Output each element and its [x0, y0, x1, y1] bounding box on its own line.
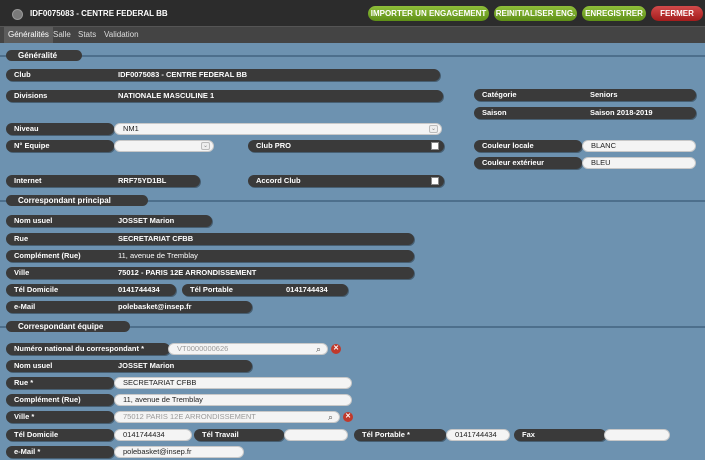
equipe-rue-label: Rue * [6, 377, 114, 389]
accord-club-field: Accord Club [248, 175, 444, 187]
app-logo-icon [12, 9, 23, 20]
equipe-nom-field: Nom usuel JOSSET Marion [6, 360, 252, 372]
section-principal-header: Correspondant principal [6, 195, 148, 206]
tab-bar: Généralités Salle Stats Validation [0, 27, 705, 43]
principal-tel-portable-field: Tél Portable 0141744434 [182, 284, 348, 296]
clear-icon[interactable]: ✕ [331, 344, 341, 354]
section-divider [0, 55, 705, 57]
tab-stats[interactable]: Stats [74, 27, 100, 43]
equipe-numero-label: Numéro national du correspondant * [6, 343, 170, 355]
principal-rue-field: Rue SECRETARIAT CFBB [6, 233, 414, 245]
equipe-numero-input[interactable]: VT0000000626 [168, 343, 328, 355]
equipe-fax-input[interactable] [604, 429, 670, 441]
tab-validation[interactable]: Validation [100, 27, 143, 43]
divisions-field: Divisions NATIONALE MASCULINE 1 [6, 90, 443, 102]
equipe-tel-portable-label: Tél Portable * [354, 429, 446, 441]
title-bar: IDF0075083 - CENTRE FEDERAL BB IMPORTER … [0, 0, 705, 27]
principal-email-field: e-Mail polebasket@insep.fr [6, 301, 252, 313]
couleur-locale-label: Couleur locale [474, 140, 582, 152]
equipe-fax-label: Fax [514, 429, 606, 441]
section-equipe-header: Correspondant équipe [6, 321, 130, 332]
equipe-tel-travail-label: Tél Travail [194, 429, 284, 441]
equipe-select[interactable]: ⌄ [114, 140, 214, 152]
search-icon[interactable]: ⌕ [316, 344, 326, 354]
import-engagement-button[interactable]: IMPORTER UN ENGAGEMENT [368, 6, 489, 21]
internet-field: Internet RRF75YD1BL [6, 175, 200, 187]
equipe-tel-travail-input[interactable] [284, 429, 348, 441]
chevron-down-icon: ⌄ [201, 142, 210, 150]
window-title: IDF0075083 - CENTRE FEDERAL BB [30, 9, 168, 18]
categorie-field: Catégorie Seniors [474, 89, 696, 101]
niveau-select[interactable]: NM1 ⌄ [114, 123, 442, 135]
equipe-tel-portable-input[interactable]: 0141744434 [446, 429, 510, 441]
reset-engagement-button[interactable]: REINITIALISER ENG. [494, 6, 577, 21]
form-content: Généralité Club IDF0075083 - CENTRE FEDE… [0, 43, 705, 460]
couleur-locale-input[interactable]: BLANC [582, 140, 696, 152]
equipe-email-input[interactable]: polebasket@insep.fr [114, 446, 244, 458]
clear-icon[interactable]: ✕ [343, 412, 353, 422]
club-field: Club IDF0075083 - CENTRE FEDERAL BB [6, 69, 440, 81]
equipe-label: N° Equipe [6, 140, 114, 152]
principal-tel-domicile-field: Tél Domicile 0141744434 [6, 284, 176, 296]
club-pro-checkbox[interactable] [431, 142, 439, 150]
principal-ville-field: Ville 75012 - PARIS 12E ARRONDISSEMENT [6, 267, 414, 279]
equipe-rue-input[interactable]: SECRETARIAT CFBB [114, 377, 352, 389]
equipe-ville-label: Ville * [6, 411, 114, 423]
chevron-down-icon: ⌄ [429, 125, 438, 133]
section-general-header: Généralité [6, 50, 82, 61]
equipe-complement-label: Complément (Rue) [6, 394, 114, 406]
tab-salle[interactable]: Salle [49, 27, 75, 43]
principal-complement-field: Complément (Rue) 11, avenue de Tremblay [6, 250, 414, 262]
equipe-email-label: e-Mail * [6, 446, 114, 458]
tab-generalites[interactable]: Généralités [4, 27, 53, 43]
search-icon[interactable]: ⌕ [328, 412, 338, 422]
equipe-tel-domicile-label: Tél Domicile [6, 429, 114, 441]
club-pro-field: Club PRO [248, 140, 444, 152]
equipe-complement-input[interactable]: 11, avenue de Tremblay [114, 394, 352, 406]
saison-field: Saison Saison 2018-2019 [474, 107, 696, 119]
accord-club-checkbox[interactable] [431, 177, 439, 185]
equipe-ville-input[interactable]: 75012 PARIS 12E ARRONDISSEMENT [114, 411, 340, 423]
couleur-exterieur-label: Couleur extérieur [474, 157, 582, 169]
principal-nom-field: Nom usuel JOSSET Marion [6, 215, 212, 227]
couleur-exterieur-input[interactable]: BLEU [582, 157, 696, 169]
close-button[interactable]: FERMER [651, 6, 703, 21]
equipe-tel-domicile-input[interactable]: 0141744434 [114, 429, 192, 441]
save-button[interactable]: ENREGISTRER [582, 6, 646, 21]
niveau-label: Niveau [6, 123, 114, 135]
